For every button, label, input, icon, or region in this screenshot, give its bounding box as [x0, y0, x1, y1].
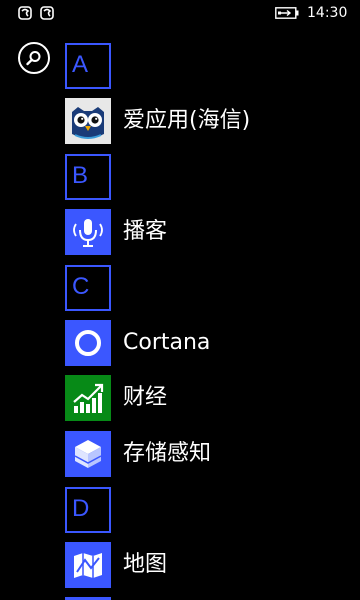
status-bar: 14:30	[0, 0, 360, 28]
section-header-c[interactable]: C	[65, 265, 111, 311]
battery-charging-icon	[275, 7, 299, 19]
cortana-ring-icon	[65, 320, 111, 366]
section-letter: A	[72, 51, 89, 78]
section-letter: B	[72, 162, 89, 189]
section-header-b[interactable]: B	[65, 154, 111, 200]
app-notification-icon	[40, 6, 54, 20]
section-header-d[interactable]: D	[65, 487, 111, 533]
section-letter: D	[72, 495, 90, 522]
owl-icon	[65, 98, 111, 144]
storage-sense-icon	[65, 431, 111, 477]
search-button[interactable]	[18, 42, 50, 74]
finance-chart-icon	[65, 375, 111, 421]
app-notification-icon	[18, 6, 32, 20]
app-item-finance[interactable]: 财经	[65, 375, 345, 421]
app-label: Cortana	[123, 330, 211, 355]
app-label: 播客	[123, 219, 168, 244]
app-item-cortana[interactable]: Cortana	[65, 320, 345, 366]
clock: 14:30	[307, 5, 348, 21]
app-label: 爱应用(海信)	[123, 108, 251, 133]
section-header-a[interactable]: A	[65, 43, 111, 89]
app-item-storage-sense[interactable]: 存储感知	[65, 431, 345, 477]
section-letter: C	[72, 273, 90, 300]
app-label: 存储感知	[123, 441, 212, 466]
app-item-maps[interactable]: 地图	[65, 542, 345, 588]
app-label: 财经	[123, 385, 168, 410]
podcast-microphone-icon	[65, 209, 111, 255]
map-icon	[65, 542, 111, 588]
search-icon	[26, 51, 41, 66]
app-item-aiyingyong[interactable]: 爱应用(海信)	[65, 98, 345, 144]
app-list-screen: 14:30 A 爱应用(海信) B 播客 C Cortana 财经 存储感知 D…	[0, 0, 360, 600]
app-label: 地图	[123, 552, 168, 577]
app-item-podcasts[interactable]: 播客	[65, 209, 345, 255]
